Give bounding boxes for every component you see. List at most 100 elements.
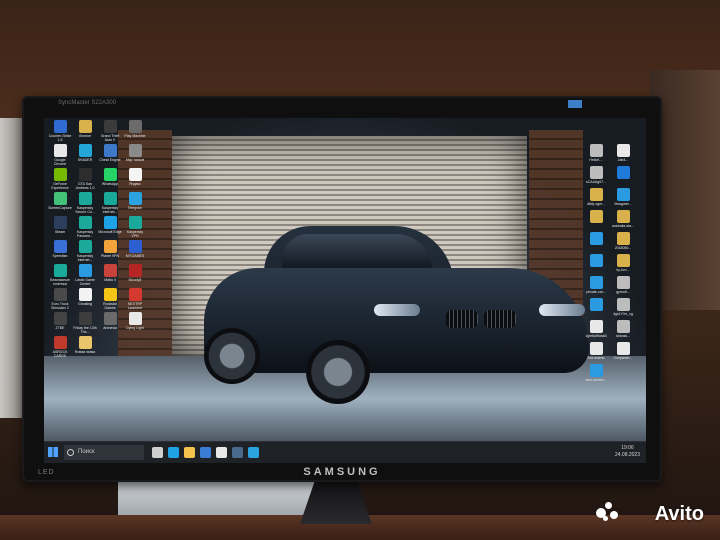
desktop-left-icon-7[interactable]: Мир танков [123, 144, 147, 166]
app-icon [589, 364, 603, 377]
desktop-left-icon-27[interactable]: Bloody8 [123, 264, 147, 286]
icon-label: new-screen... [585, 378, 607, 382]
desktop-left-icon-23[interactable]: MY.GAMES [123, 240, 147, 262]
desktop-left-icon-1[interactable]: Личное [73, 120, 97, 142]
desktop-right-icon-4[interactable]: dibly-ogm... [584, 188, 608, 210]
app-icon [103, 144, 117, 157]
desktop-left-icon-16[interactable]: Steam [48, 216, 72, 238]
chrome-icon[interactable] [216, 447, 227, 458]
task-view-icon[interactable] [152, 447, 163, 458]
icon-label: Dying Light [126, 326, 144, 330]
desktop-left-icon-18[interactable]: Microsoft Edge [98, 216, 122, 238]
desktop-right-icon-10[interactable] [584, 254, 608, 276]
desktop-right-icon-19[interactable]: Сохранен... [611, 342, 635, 364]
desktop-left-icon-3[interactable]: Play Machine [123, 120, 147, 142]
store-icon[interactable] [200, 447, 211, 458]
desktop-left-icon-21[interactable]: Kaspersky Internet... [73, 240, 97, 262]
icon-label: Euro Truck Simulator 2 [51, 302, 69, 310]
desktop-left-icon-28[interactable]: Euro Truck Simulator 2 [48, 288, 72, 310]
desktop-left-icon-12[interactable]: ScreenCapture [48, 192, 72, 214]
desktop-left-icon-30[interactable]: Rockstar Games [98, 288, 122, 310]
desktop-left-icon-24[interactable]: Безопасные платежи [48, 264, 72, 286]
explorer-icon[interactable] [184, 447, 195, 458]
app-icon [616, 298, 630, 311]
icon-label: Play Machine [124, 134, 146, 138]
icon-label: 2018060... [614, 246, 632, 250]
app-icon [53, 288, 67, 301]
desktop-left-icon-8[interactable]: GeForce Experience [48, 168, 72, 190]
desktop-right-icon-12[interactable]: private-car... [584, 276, 608, 298]
desktop-left-icon-15[interactable]: Telegram [123, 192, 147, 214]
app-icon [53, 144, 67, 157]
desktop-right-icon-11[interactable]: ky-kvo... [611, 254, 635, 276]
desktop-left-icon-6[interactable]: Cheat Engine [98, 144, 122, 166]
desktop-left-icon-17[interactable]: Kaspersky Passwor... [73, 216, 97, 238]
desktop-left-icon-10[interactable]: WhatsApp [98, 168, 122, 190]
desktop-left-icon-19[interactable]: Kaspersky VPN [123, 216, 147, 238]
app-icon [128, 240, 142, 253]
desktop-right-icon-7[interactable]: australia-sta... [611, 210, 635, 232]
desktop-right-icon-8[interactable] [584, 232, 608, 254]
desktop-left-icon-35[interactable]: Dying Light [123, 312, 147, 334]
desktop-left-icon-9[interactable]: GTA San Andreas 1.0 [73, 168, 97, 190]
desktop-right-icon-2[interactable]: sCAAAg07... [584, 166, 608, 188]
app-icon [78, 264, 92, 277]
icon-label: Microsoft Edge [98, 230, 122, 234]
icon-label: Kaspersky Secure Co... [75, 206, 95, 214]
desktop-left-icon-14[interactable]: Kaspersky Internet... [98, 192, 122, 214]
taskbar: Поиск 19:06 24.08.2023 [44, 441, 646, 463]
desktop-left-icon-25[interactable]: Lastic Game Center [73, 264, 97, 286]
search-icon [67, 449, 74, 456]
app-icon [589, 232, 603, 245]
desktop-right-icon-0[interactable]: HelloK... [584, 144, 608, 166]
desktop-right-icon-20[interactable]: new-screen... [584, 364, 608, 386]
desktop-right-icon-5[interactable]: Mosgwer... [611, 188, 635, 210]
app-icon [589, 188, 603, 201]
desktop-left-icon-34[interactable]: Amnesia [98, 312, 122, 334]
desktop-left-icon-0[interactable]: Counter-Strike 1.6 [48, 120, 72, 142]
desktop-right-icon-17[interactable]: dobosk... [611, 320, 635, 342]
desktop-left-icon-4[interactable]: Google Chrome [48, 144, 72, 166]
desktop-left-icon-37[interactable]: Новая папка [73, 336, 97, 358]
desktop-right-icon-18[interactable]: Без имени [584, 342, 608, 364]
desktop-left-icon-31[interactable]: NEXTRP Launcher [123, 288, 147, 310]
app-icon [128, 120, 142, 133]
desktop-right-icon-16[interactable]: 1gm6aWotal4 [584, 320, 608, 342]
desktop-left-icon-32[interactable]: ZTBE [48, 312, 72, 334]
icon-label: Friday the 13th The... [73, 326, 97, 334]
icon-label: sCAAAg07... [585, 180, 607, 184]
icon-label: Mosgwer... [614, 202, 632, 206]
desktop-left-icon-22[interactable]: Planet VPN [98, 240, 122, 262]
app-icon [589, 166, 603, 179]
desktop-left-icon-20[interactable]: Speedfan [48, 240, 72, 262]
icon-label: Planet VPN [100, 254, 120, 258]
app-icon [78, 120, 92, 133]
icon-label: gyrno5... [616, 290, 630, 294]
steam-icon[interactable] [232, 447, 243, 458]
app-icon [103, 312, 117, 325]
desktop-right-icon-13[interactable]: gyrno5... [611, 276, 635, 298]
app-icon [103, 120, 117, 133]
desktop-right-icon-3[interactable] [611, 166, 635, 188]
edge-icon[interactable] [168, 447, 179, 458]
desktop-right-icon-15[interactable]: 4gs1YXe_vg [611, 298, 635, 320]
desktop-right-icon-6[interactable] [584, 210, 608, 232]
desktop-left-icon-13[interactable]: Kaspersky Secure Co... [73, 192, 97, 214]
desktop-left-icon-36[interactable]: ASROCK CARDS [48, 336, 72, 358]
desktop-right-icon-14[interactable] [584, 298, 608, 320]
icon-label: GTA San Andreas 1.0 [75, 182, 95, 190]
desktop-left-icon-29[interactable]: Ghosting [73, 288, 97, 310]
desktop-left-icon-26[interactable]: Mafia II [98, 264, 122, 286]
desktop-right-icon-9[interactable]: 2018060... [611, 232, 635, 254]
desktop-left-icon-11[interactable]: Яндекс [123, 168, 147, 190]
desktop-left-icon-2[interactable]: Grand Theft Auto V [98, 120, 122, 142]
windows-start-icon[interactable] [48, 447, 58, 457]
desktop-right-icon-1[interactable]: 2ab4... [611, 144, 635, 166]
taskbar-clock[interactable]: 19:06 24.08.2023 [615, 445, 640, 459]
desktop-left-icon-33[interactable]: Friday the 13th The... [73, 312, 97, 334]
desktop-left-icon-5[interactable]: SHADER [73, 144, 97, 166]
wall-window-light [0, 118, 22, 418]
telegram-icon[interactable] [248, 447, 259, 458]
icon-label [584, 312, 608, 320]
taskbar-search[interactable]: Поиск [64, 445, 144, 460]
